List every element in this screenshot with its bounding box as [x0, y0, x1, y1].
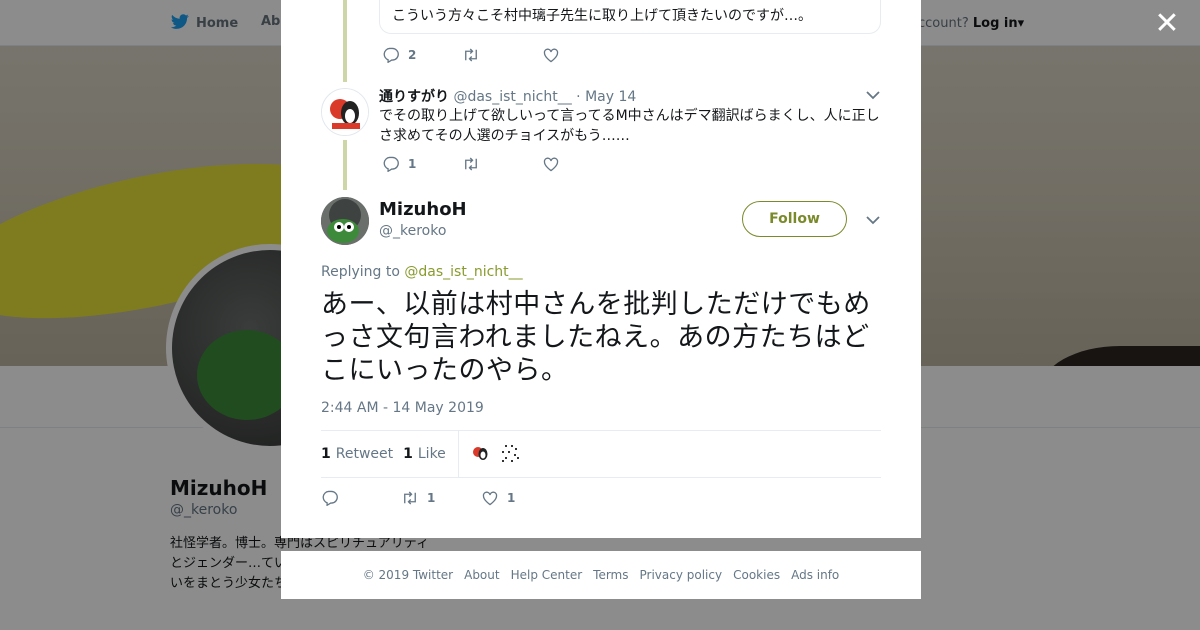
reply-count: 2	[408, 48, 417, 62]
replying-to-link[interactable]: @das_ist_nicht__	[404, 264, 522, 280]
reply-author-name[interactable]: 通りすがり	[379, 89, 449, 105]
thread-line	[343, 0, 347, 82]
tweet-stats: 1 Retweet 1 Like	[321, 430, 881, 478]
reply-icon	[322, 490, 338, 506]
footer-copyright: © 2019 Twitter	[362, 568, 454, 582]
reply-button[interactable]	[321, 490, 401, 506]
retweet-icon	[465, 48, 477, 62]
quoted-tweet-text[interactable]: こういう方々こそ村中璃子先生に取り上げて頂きたいのですが…。	[379, 0, 881, 34]
thread-line	[343, 140, 347, 190]
chevron-down-icon[interactable]	[866, 215, 880, 225]
like-button[interactable]	[542, 47, 622, 63]
replying-prefix: Replying to	[321, 264, 400, 280]
footer-terms-link[interactable]: Terms	[593, 568, 628, 582]
like-stat-label: Like	[417, 446, 446, 462]
follow-button[interactable]: Follow	[742, 201, 847, 237]
reply-header: 通りすがり @das_ist_nicht__ · May 14	[379, 86, 636, 106]
retweet-stat-count: 1	[321, 446, 331, 462]
reply-icon	[383, 156, 399, 172]
liker-avatar[interactable]	[498, 442, 523, 466]
retweet-stat-label: Retweet	[335, 446, 394, 462]
liker-avatar-image	[468, 442, 493, 466]
liker-avatar-image	[498, 442, 523, 466]
retweet-button[interactable]	[462, 156, 542, 172]
reply-author-handle[interactable]: @das_ist_nicht__	[453, 89, 571, 105]
footer-ads-link[interactable]: Ads info	[791, 568, 839, 582]
reply-avatar-image	[322, 89, 368, 135]
like-stat-count: 1	[403, 446, 413, 462]
retweet-count: 1	[427, 491, 436, 505]
like-count: 1	[507, 491, 516, 505]
retweet-icon	[465, 157, 477, 171]
main-avatar-image	[321, 197, 369, 245]
like-icon	[482, 491, 498, 506]
main-author-name[interactable]: MizuhoH	[379, 199, 467, 220]
tweet-modal: こういう方々こそ村中璃子先生に取り上げて頂きたいのですが…。 2 通りすがり @…	[281, 0, 921, 538]
stats-divider	[457, 430, 459, 478]
footer: © 2019 Twitter About Help Center Terms P…	[281, 551, 921, 599]
reply-date[interactable]: · May 14	[576, 89, 636, 105]
like-icon	[543, 157, 559, 172]
reply-count: 1	[408, 157, 417, 171]
main-author-handle[interactable]: @_keroko	[379, 223, 446, 239]
reply-avatar[interactable]	[321, 88, 369, 136]
main-avatar[interactable]	[321, 197, 369, 245]
main-tweet-text: あー、以前は村中さんを批判しただけでもめっさ文句言われましたねえ。あの方たちはど…	[321, 289, 871, 386]
retweet-button[interactable]	[462, 47, 542, 63]
footer-cookies-link[interactable]: Cookies	[733, 568, 780, 582]
retweet-button[interactable]: 1	[401, 490, 481, 506]
reply-text: でその取り上げて欲しいって言ってるM中さんはデマ翻訳ばらまくし、人に正しさ求めて…	[379, 108, 880, 144]
reply-button[interactable]: 1	[382, 156, 462, 172]
close-icon[interactable]: ✕	[1154, 9, 1180, 39]
footer-about-link[interactable]: About	[464, 568, 499, 582]
footer-privacy-link[interactable]: Privacy policy	[640, 568, 723, 582]
retweet-icon	[404, 491, 416, 505]
reply-button[interactable]: 2	[382, 47, 462, 63]
main-tweet-actions: 1 1	[321, 490, 561, 506]
tweet-timestamp[interactable]: 2:44 AM - 14 May 2019	[321, 400, 484, 416]
like-button[interactable]: 1	[481, 490, 561, 506]
reply-actions: 1	[382, 156, 622, 172]
like-stat[interactable]: 1 Like	[403, 446, 446, 462]
liker-avatar[interactable]	[468, 442, 493, 466]
like-icon	[543, 48, 559, 63]
replying-to: Replying to @das_ist_nicht__	[321, 264, 523, 280]
tweet-actions: 2	[382, 47, 622, 63]
retweet-stat[interactable]: 1 Retweet	[321, 446, 393, 462]
footer-help-link[interactable]: Help Center	[511, 568, 583, 582]
chevron-down-icon[interactable]	[866, 90, 880, 100]
reply-icon	[383, 47, 399, 63]
like-button[interactable]	[542, 156, 622, 172]
